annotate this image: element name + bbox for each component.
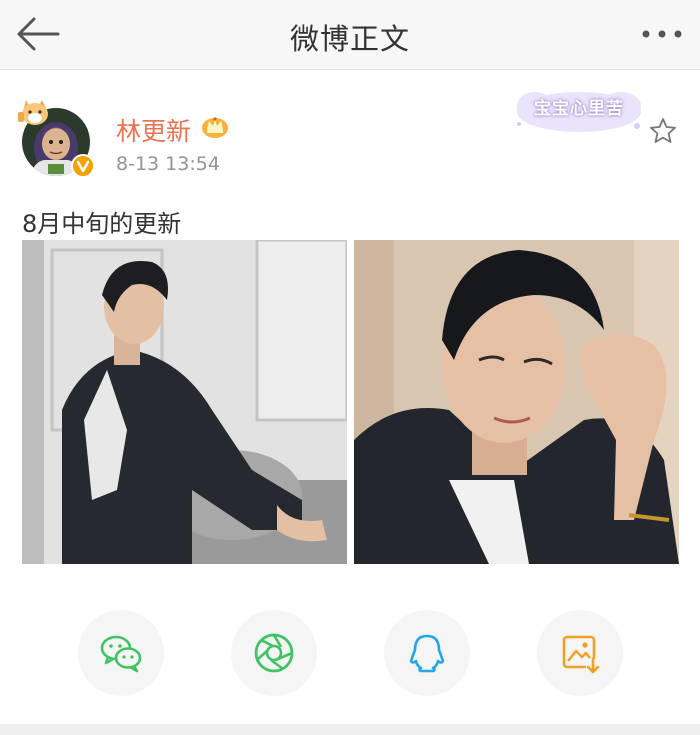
more-button[interactable]	[640, 22, 684, 46]
post-photo-1[interactable]	[22, 240, 347, 564]
save-image-icon	[562, 635, 600, 674]
crown-icon[interactable]	[201, 113, 229, 139]
post-timestamp: 8-13 13:54	[116, 153, 220, 175]
cat-pendant-icon	[18, 100, 48, 125]
post-photo-2[interactable]	[354, 240, 679, 564]
page-title: 微博正文	[289, 22, 410, 56]
share-wechat-button[interactable]	[78, 610, 164, 696]
wechat-icon	[100, 635, 142, 673]
favorite-star-button[interactable]	[648, 116, 678, 146]
author-name[interactable]: 林更新	[116, 112, 191, 148]
share-moments-button[interactable]	[231, 610, 317, 696]
bottom-separator	[0, 724, 700, 735]
moments-icon	[254, 633, 294, 673]
sticker-text: 宝宝心里苦	[534, 99, 624, 119]
post-card: 林更新 8-13 13:54 宝宝心里苦 8月中旬的更新	[0, 82, 700, 724]
star-icon	[650, 118, 676, 143]
navigation-bar: 微博正文	[0, 0, 700, 70]
share-qq-button[interactable]	[384, 610, 470, 696]
share-bar	[0, 610, 700, 700]
post-body-text: 8月中旬的更新	[22, 210, 182, 238]
qq-icon	[409, 634, 445, 673]
more-dots-icon	[642, 30, 682, 38]
author-avatar-container[interactable]	[16, 98, 96, 178]
save-image-button[interactable]	[537, 610, 623, 696]
verified-badge-icon	[71, 154, 95, 178]
